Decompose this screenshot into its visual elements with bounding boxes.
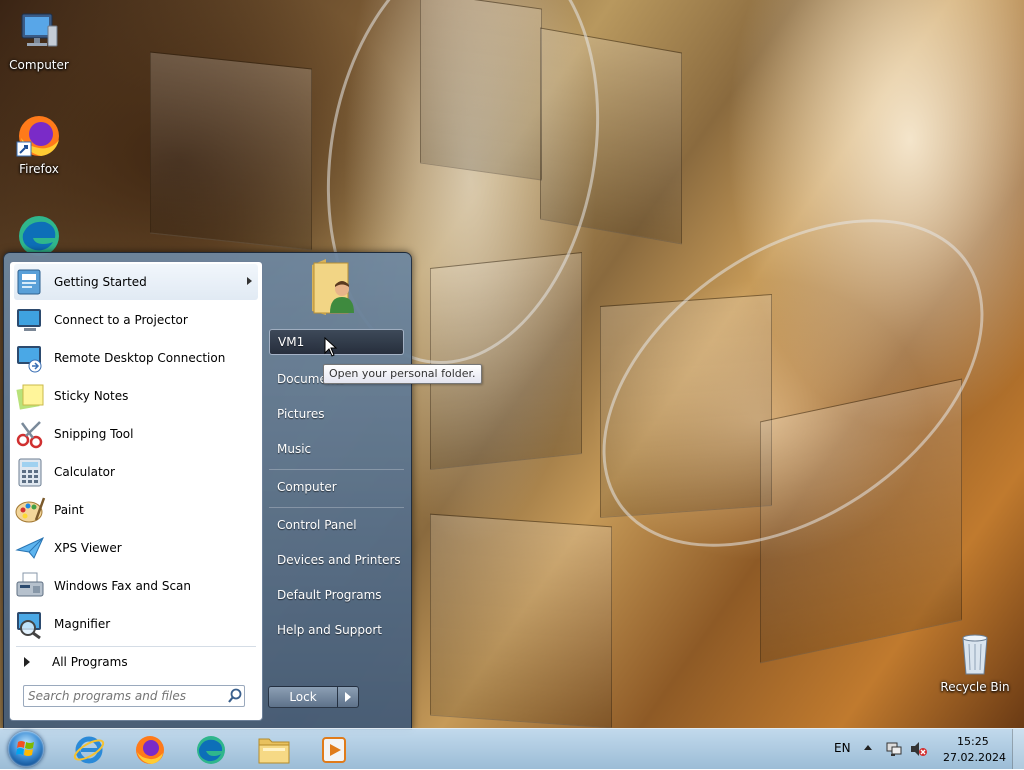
- program-label: Sticky Notes: [54, 389, 129, 403]
- show-hidden-icons-icon[interactable]: [864, 745, 872, 750]
- program-sticky-notes[interactable]: Sticky Notes: [14, 378, 258, 414]
- projector-icon: [14, 304, 46, 336]
- media-player-icon: [322, 737, 346, 763]
- desktop-icon-label: Recycle Bin: [940, 680, 1010, 694]
- getting-started-icon: [14, 266, 46, 298]
- right-item-computer[interactable]: Computer: [269, 474, 404, 500]
- clock-time[interactable]: 15:25: [957, 735, 989, 748]
- program-magnifier[interactable]: Magnifier: [14, 606, 258, 642]
- program-remote-desktop-connection[interactable]: Remote Desktop Connection: [14, 340, 258, 376]
- all-programs-button[interactable]: All Programs: [16, 650, 256, 674]
- program-xps-viewer[interactable]: XPS Viewer: [14, 530, 258, 566]
- program-connect-to-a-projector[interactable]: Connect to a Projector: [14, 302, 258, 338]
- right-item-music[interactable]: Music: [269, 436, 404, 462]
- fax-scan-icon: [14, 570, 46, 602]
- desktop-icon-label: Computer: [9, 58, 69, 72]
- search-icon[interactable]: [226, 687, 244, 705]
- tooltip: Open your personal folder.: [323, 364, 482, 384]
- taskbar: EN 15:25 27.02.2024: [0, 728, 1024, 769]
- program-label: Snipping Tool: [54, 427, 134, 441]
- internet-explorer-icon: [73, 736, 105, 764]
- program-label: Windows Fax and Scan: [54, 579, 192, 593]
- taskbar-file-explorer[interactable]: [249, 731, 299, 767]
- remote-desktop-icon: [14, 342, 46, 374]
- edge-icon: [197, 736, 225, 764]
- right-item-label: Devices and Printers: [277, 553, 401, 567]
- right-item-devices-and-printers[interactable]: Devices and Printers: [269, 547, 404, 573]
- search-input[interactable]: [24, 689, 226, 703]
- shutdown-options-arrow-icon[interactable]: [337, 686, 359, 708]
- right-item-label: Control Panel: [277, 518, 357, 532]
- right-separator: [269, 507, 404, 508]
- start-button[interactable]: [8, 731, 44, 767]
- desktop-icon-firefox[interactable]: Firefox: [1, 112, 77, 176]
- user-account-picture[interactable]: [306, 255, 362, 319]
- program-windows-fax-and-scan[interactable]: Windows Fax and Scan: [14, 568, 258, 604]
- desktop-icon-computer[interactable]: Computer: [1, 8, 77, 72]
- right-item-label: Default Programs: [277, 588, 382, 602]
- program-label: Connect to a Projector: [54, 313, 188, 327]
- clock-date[interactable]: 27.02.2024: [943, 751, 1006, 764]
- search-box[interactable]: [23, 685, 245, 707]
- user-folder-icon: [312, 259, 354, 315]
- windows-logo-icon: [16, 741, 34, 756]
- volume-muted-icon[interactable]: [910, 741, 928, 757]
- language-indicator[interactable]: EN: [834, 741, 851, 755]
- program-label: Remote Desktop Connection: [54, 351, 226, 365]
- program-label: Calculator: [54, 465, 115, 479]
- firefox-icon: [136, 736, 164, 764]
- start-menu-programs-pane: Getting Started Connect to a Projector R…: [9, 261, 263, 721]
- right-item-label: VM1: [278, 335, 305, 349]
- file-explorer-icon: [258, 738, 290, 764]
- right-item-label: Music: [277, 442, 312, 456]
- programs-separator: [16, 646, 256, 647]
- recycle-bin-icon: [951, 630, 999, 678]
- start-menu: Getting Started Connect to a Projector R…: [3, 252, 412, 730]
- right-item-label: Pictures: [277, 407, 325, 421]
- mouse-cursor-icon: [324, 336, 338, 357]
- program-paint[interactable]: Paint: [14, 492, 258, 528]
- taskbar-firefox[interactable]: [125, 731, 175, 767]
- right-separator: [269, 469, 404, 470]
- all-programs-label: All Programs: [52, 655, 128, 669]
- right-item-label: Computer: [277, 480, 337, 494]
- sticky-notes-icon: [14, 380, 46, 412]
- desktop-icon-recycle-bin[interactable]: Recycle Bin: [937, 630, 1013, 694]
- desktop-icon-label: Firefox: [19, 162, 59, 176]
- right-item-control-panel[interactable]: Control Panel: [269, 512, 404, 538]
- firefox-icon: [15, 112, 63, 160]
- right-item-label: Help and Support: [277, 623, 382, 637]
- wallpaper-panel: [150, 51, 312, 251]
- program-label: Paint: [54, 503, 84, 517]
- computer-icon: [15, 8, 63, 56]
- program-getting-started[interactable]: Getting Started: [14, 264, 258, 300]
- calculator-icon: [14, 456, 46, 488]
- network-icon[interactable]: [886, 741, 902, 757]
- paint-icon: [14, 494, 46, 526]
- show-desktop-button[interactable]: [1012, 729, 1024, 769]
- right-item-default-programs[interactable]: Default Programs: [269, 582, 404, 608]
- xps-viewer-icon: [14, 532, 46, 564]
- program-label: XPS Viewer: [54, 541, 122, 555]
- program-label: Magnifier: [54, 617, 111, 631]
- program-calculator[interactable]: Calculator: [14, 454, 258, 490]
- submenu-arrow-icon: [247, 277, 252, 285]
- right-item-help-and-support[interactable]: Help and Support: [269, 617, 404, 643]
- taskbar-media-player[interactable]: [310, 731, 360, 767]
- program-label: Getting Started: [54, 275, 147, 289]
- triangle-right-icon: [24, 657, 30, 667]
- taskbar-edge[interactable]: [186, 731, 236, 767]
- right-item-pictures[interactable]: Pictures: [269, 401, 404, 427]
- taskbar-internet-explorer[interactable]: [64, 731, 114, 767]
- lock-button[interactable]: Lock: [268, 686, 338, 708]
- snipping-tool-icon: [14, 418, 46, 450]
- program-snipping-tool[interactable]: Snipping Tool: [14, 416, 258, 452]
- magnifier-icon: [14, 608, 46, 640]
- wallpaper-panel: [430, 513, 612, 728]
